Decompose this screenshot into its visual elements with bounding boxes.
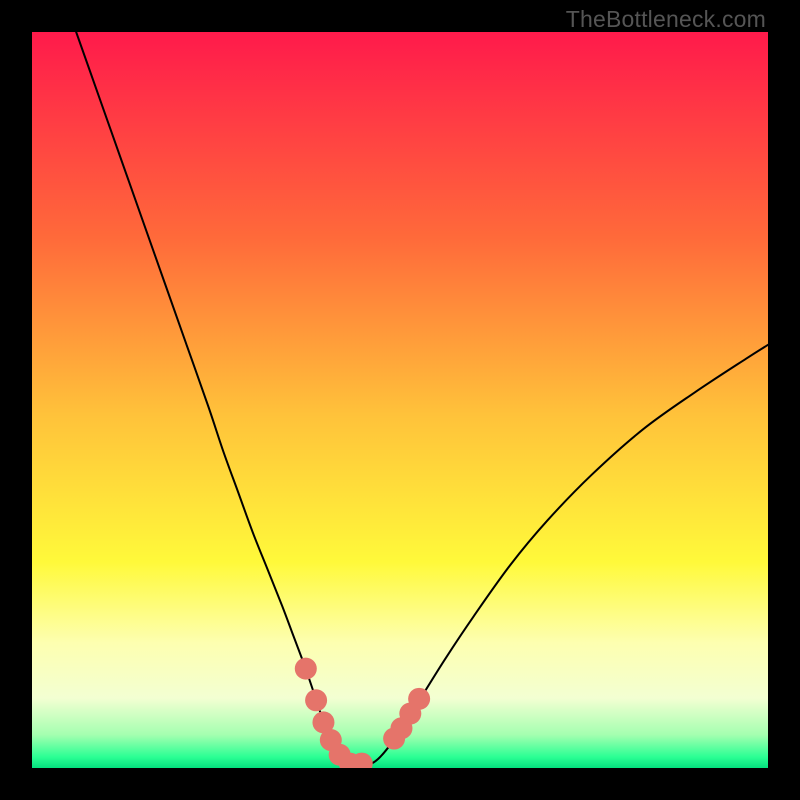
gradient-background <box>32 32 768 768</box>
plot-area <box>32 32 768 768</box>
chart-svg <box>32 32 768 768</box>
curve-marker <box>295 658 317 680</box>
curve-marker <box>408 688 430 710</box>
curve-marker <box>305 689 327 711</box>
watermark-text: TheBottleneck.com <box>566 6 766 33</box>
chart-frame: TheBottleneck.com <box>0 0 800 800</box>
